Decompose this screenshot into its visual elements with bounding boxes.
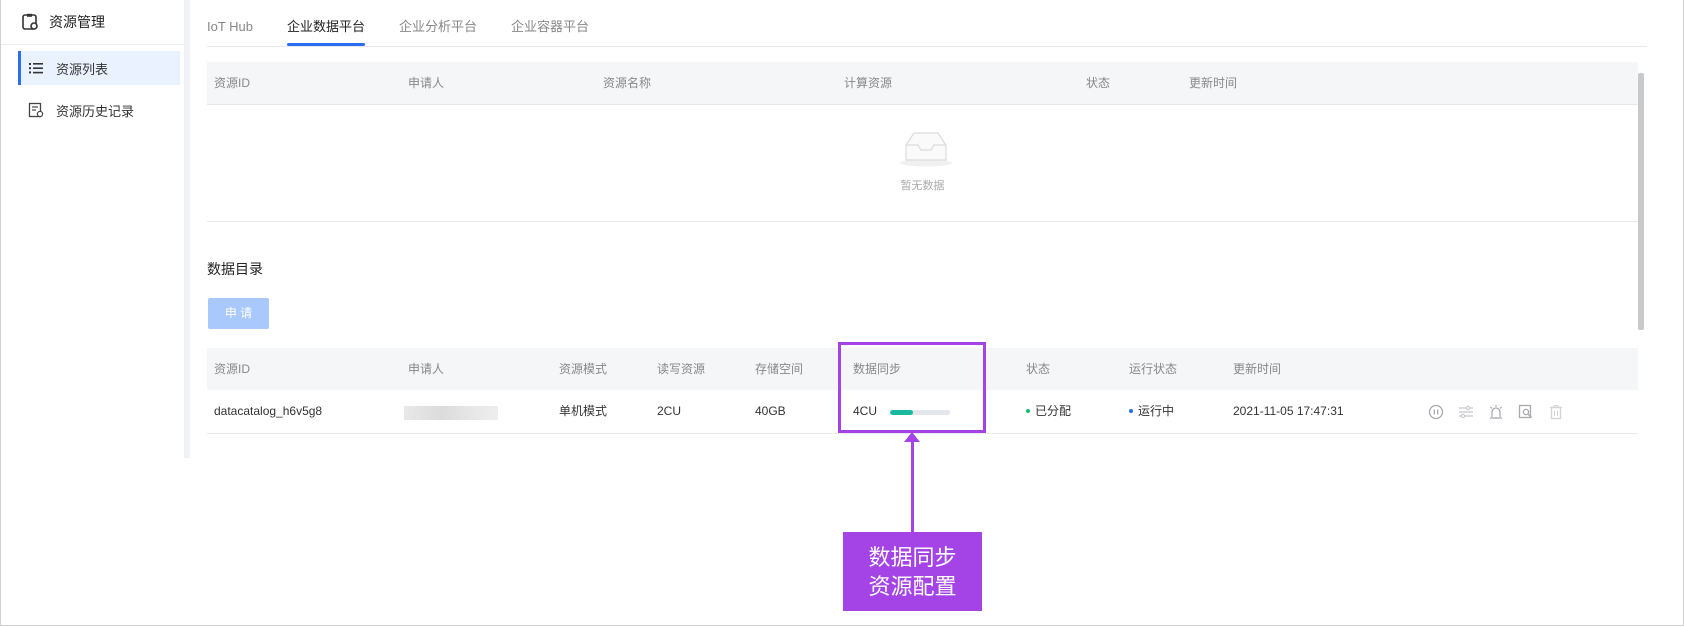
column-header: 资源ID [214, 362, 251, 376]
delete-icon[interactable] [1548, 404, 1564, 420]
run-status-text: 运行中 [1138, 404, 1175, 418]
tabs-divider [207, 46, 1647, 47]
section-title: 数据目录 [207, 261, 263, 277]
sidebar-item-label: 资源历史记录 [56, 103, 135, 119]
empty-inbox-icon [900, 132, 952, 167]
cell-run-status: 运行中 [1129, 390, 1174, 433]
sidebar: 资源管理 资源列表 资源历史记录 [1, 0, 185, 458]
settings-icon[interactable] [1458, 404, 1474, 420]
applicant-redacted [404, 406, 498, 420]
sidebar-item-label: 资源列表 [56, 61, 109, 77]
list-icon [29, 63, 43, 74]
alarm-icon[interactable] [1488, 404, 1504, 420]
view-icon[interactable] [1518, 404, 1534, 420]
callout-line-2: 资源配置 [868, 573, 957, 599]
callout-arrow-line [911, 438, 914, 533]
row-actions [1428, 390, 1578, 433]
column-header: 申请人 [408, 362, 445, 376]
column-header: 资源模式 [559, 362, 608, 376]
empty-text: 暂无数据 [900, 180, 945, 192]
cell-rw-resource: 2CU [657, 404, 682, 418]
apply-button[interactable]: 申 请 [208, 298, 269, 329]
cell-storage: 40GB [755, 404, 786, 418]
resource-table-header: 资源ID 申请人 资源名称 计算资源 状态 更新时间 [207, 62, 1638, 105]
status-dot [1026, 408, 1030, 413]
sidebar-title-label: 资源管理 [49, 14, 105, 30]
column-header: 读写资源 [657, 362, 706, 376]
tab-iot-hub[interactable]: IoT Hub [207, 10, 253, 46]
empty-state: 暂无数据 [207, 105, 1638, 222]
history-record-icon [28, 102, 44, 118]
column-header: 计算资源 [844, 76, 893, 90]
column-header: 运行状态 [1129, 362, 1178, 376]
sidebar-divider [1, 44, 184, 45]
sidebar-item-resource-list[interactable]: 资源列表 [18, 51, 180, 85]
resource-manage-icon [22, 13, 38, 30]
callout-label: 数据同步 资源配置 [843, 532, 982, 611]
sidebar-item-resource-history[interactable]: 资源历史记录 [18, 93, 180, 127]
tab-enterprise-container-platform[interactable]: 企业容器平台 [511, 10, 589, 46]
tab-enterprise-analytics-platform[interactable]: 企业分析平台 [399, 10, 477, 46]
column-header: 存储空间 [755, 362, 804, 376]
column-header: 资源ID [214, 76, 251, 90]
tab-enterprise-data-platform[interactable]: 企业数据平台 [287, 10, 366, 46]
column-header: 资源名称 [603, 76, 652, 90]
column-header: 申请人 [408, 76, 445, 90]
callout-line-1: 数据同步 [868, 544, 957, 570]
column-header: 更新时间 [1233, 362, 1282, 376]
cell-updated-time: 2021-11-05 17:47:31 [1233, 404, 1344, 418]
column-header: 状态 [1026, 362, 1051, 376]
sidebar-title: 资源管理 [21, 10, 105, 34]
status-text: 已分配 [1035, 404, 1072, 418]
platform-tabs: IoT Hub 企业数据平台 企业分析平台 企业容器平台 [207, 10, 623, 46]
vertical-scrollbar[interactable] [1638, 73, 1644, 330]
highlight-box [838, 342, 986, 433]
pause-icon[interactable] [1428, 404, 1444, 420]
column-header: 更新时间 [1189, 76, 1238, 90]
cell-status: 已分配 [1026, 390, 1071, 433]
column-header: 状态 [1086, 76, 1111, 90]
run-status-dot [1129, 408, 1133, 413]
cell-resource-id: datacatalog_h6v5g8 [214, 404, 323, 418]
cell-mode: 单机模式 [559, 404, 608, 418]
sidebar-gutter [184, 0, 190, 458]
